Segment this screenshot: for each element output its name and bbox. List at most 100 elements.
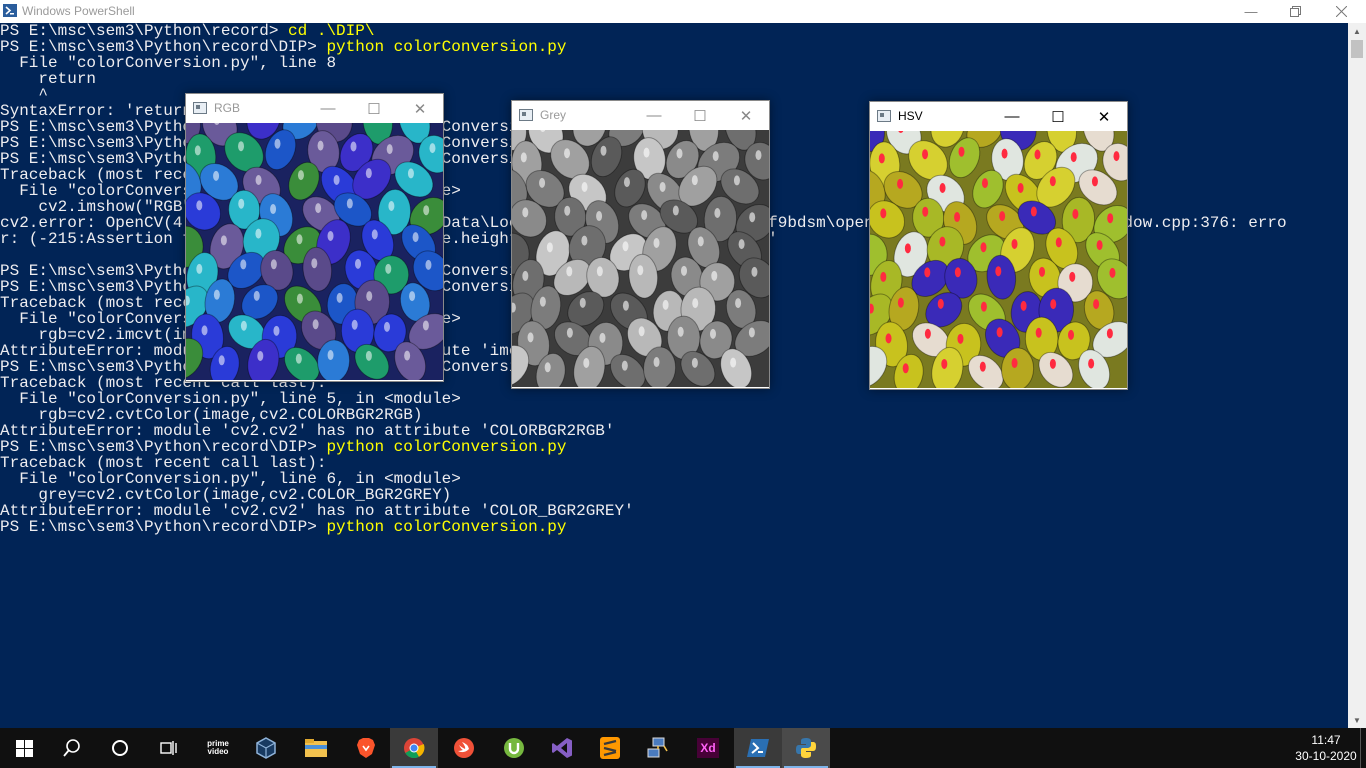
bean-highlight xyxy=(365,168,372,179)
start-icon xyxy=(15,739,33,757)
bean-highlight xyxy=(412,232,419,243)
window-app-icon xyxy=(877,110,891,122)
restore-button[interactable] xyxy=(1272,0,1318,23)
minimize-button[interactable]: — xyxy=(631,101,677,130)
bean-highlight xyxy=(755,150,762,161)
taskbar-sublime-text[interactable] xyxy=(586,728,634,768)
bean-highlight xyxy=(351,319,358,330)
minimize-button[interactable]: — xyxy=(305,94,351,123)
rgb-window[interactable]: RGB — ☐ ✕ xyxy=(185,93,444,382)
swift-icon xyxy=(454,738,474,758)
taskbar-python[interactable] xyxy=(782,728,830,768)
taskbar-network-app[interactable] xyxy=(634,728,682,768)
bean-highlight xyxy=(692,298,699,309)
close-button[interactable]: ✕ xyxy=(723,101,769,130)
python-icon xyxy=(796,738,816,758)
hsv-titlebar[interactable]: HSV — ☐ ✕ xyxy=(870,102,1127,131)
bean-highlight xyxy=(296,234,303,245)
bean-highlight xyxy=(897,178,904,189)
bean-highlight xyxy=(257,350,264,361)
bean-highlight xyxy=(539,296,546,307)
bean-highlight xyxy=(697,236,704,247)
taskbar-visual-studio[interactable] xyxy=(538,728,586,768)
maximize-button[interactable]: ☐ xyxy=(677,101,723,130)
minimize-button[interactable]: — xyxy=(1228,0,1274,23)
bean-highlight xyxy=(710,328,717,339)
taskbar-brave[interactable] xyxy=(342,728,390,768)
bean-highlight xyxy=(527,332,534,343)
grey-window[interactable]: Grey — ☐ ✕ xyxy=(511,100,770,389)
bean-highlight xyxy=(1049,358,1056,369)
bean-highlight xyxy=(941,358,948,369)
rgb-window-title: RGB xyxy=(214,101,241,115)
scroll-up-arrow-icon[interactable]: ▲ xyxy=(1348,23,1366,39)
bean-highlight xyxy=(924,267,931,278)
bean-highlight xyxy=(878,153,885,164)
taskbar-file-explorer[interactable] xyxy=(292,728,340,768)
powershell-icon xyxy=(747,739,769,757)
bean-highlight xyxy=(407,168,414,179)
vertical-scrollbar[interactable]: ▲ ▼ xyxy=(1348,23,1366,728)
bean-highlight xyxy=(238,198,245,209)
bean-highlight xyxy=(566,327,573,338)
taskbar-prime-video[interactable]: prime video xyxy=(194,728,242,768)
bean-highlight xyxy=(295,353,302,364)
show-desktop-button[interactable] xyxy=(1360,728,1366,768)
taskbar-virtualbox[interactable] xyxy=(242,728,290,768)
bean-highlight xyxy=(897,297,904,308)
bean-highlight xyxy=(1109,267,1116,278)
bean-highlight xyxy=(350,141,357,152)
bean-highlight xyxy=(599,332,606,343)
bean-highlight xyxy=(238,141,245,152)
bean-highlight xyxy=(385,263,392,274)
cortana-button[interactable] xyxy=(96,728,144,768)
close-button[interactable] xyxy=(1318,0,1364,23)
close-button[interactable]: ✕ xyxy=(1081,102,1127,131)
bean-highlight xyxy=(273,325,280,336)
rgb-titlebar[interactable]: RGB — ☐ ✕ xyxy=(186,94,443,123)
task-view-button[interactable] xyxy=(144,728,192,768)
bean-highlight xyxy=(539,177,546,188)
bean-highlight xyxy=(662,299,669,310)
bean-highlight xyxy=(904,243,911,254)
powershell-titlebar[interactable]: Windows PowerShell — xyxy=(0,0,1366,23)
bean-highlight xyxy=(423,205,430,216)
bean-highlight xyxy=(691,175,698,186)
scroll-thumb[interactable] xyxy=(1351,40,1363,58)
grey-window-title: Grey xyxy=(540,108,567,122)
taskbar: prime video Xd 11:47 30-10-2020 xyxy=(0,728,1366,768)
bean-highlight xyxy=(315,203,322,214)
bean-highlight xyxy=(311,258,318,269)
start-button[interactable] xyxy=(0,728,48,768)
taskbar-chrome[interactable] xyxy=(390,728,438,768)
maximize-button[interactable]: ☐ xyxy=(351,94,397,123)
taskbar-swift[interactable] xyxy=(440,728,488,768)
maximize-button[interactable]: ☐ xyxy=(1035,102,1081,131)
bean-highlight xyxy=(581,235,588,246)
grey-titlebar[interactable]: Grey — ☐ ✕ xyxy=(512,101,769,130)
task-view-icon xyxy=(160,741,177,755)
bean-highlight xyxy=(980,242,987,253)
taskbar-adobe-xd[interactable]: Xd xyxy=(684,728,732,768)
bean-highlight xyxy=(384,321,391,332)
close-button[interactable]: ✕ xyxy=(397,94,443,123)
bean-highlight xyxy=(270,204,277,215)
hsv-window[interactable]: HSV — ☐ ✕ xyxy=(869,101,1128,390)
scroll-down-arrow-icon[interactable]: ▼ xyxy=(1348,712,1366,728)
bean-highlight xyxy=(1070,152,1077,163)
bean-highlight xyxy=(622,241,629,252)
system-clock[interactable]: 11:47 30-10-2020 xyxy=(1288,732,1364,764)
bean-highlight xyxy=(880,208,887,219)
bean-highlight xyxy=(939,236,946,247)
taskbar-powershell[interactable] xyxy=(734,728,782,768)
bean-highlight xyxy=(939,182,946,193)
hsv-window-title: HSV xyxy=(898,109,923,123)
search-button[interactable] xyxy=(48,728,96,768)
bean-highlight xyxy=(355,258,362,269)
close-icon xyxy=(1335,6,1347,17)
bean-highlight xyxy=(564,205,571,216)
minimize-button[interactable]: — xyxy=(989,102,1035,131)
bean-highlight xyxy=(641,210,648,221)
brave-icon xyxy=(357,738,375,758)
taskbar-utorrent[interactable] xyxy=(490,728,538,768)
